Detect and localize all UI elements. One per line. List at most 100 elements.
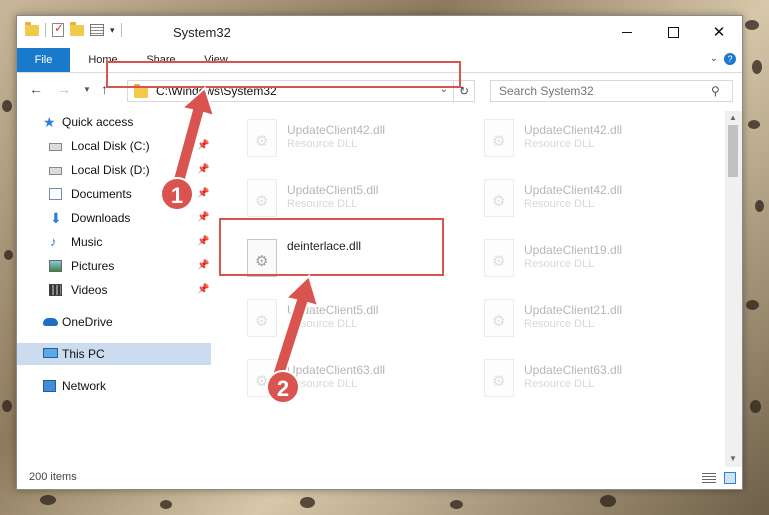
sidebar-item-label: Local Disk (D:) [71,163,150,177]
file-item[interactable]: UpdateClient42.dll Resource DLL [239,115,469,167]
cloud-icon [43,318,58,326]
sidebar-item-quick-access[interactable]: ★ Quick access [17,111,211,133]
file-name: UpdateClient42.dll [287,123,386,137]
drive-icon [49,143,62,151]
file-item[interactable]: UpdateClient42.dll Resource DLL [476,115,706,167]
tab-view[interactable]: View [201,48,231,72]
file-item[interactable]: UpdateClient5.dll Resource DLL [239,175,469,227]
up-arrow-icon[interactable]: ↑ [101,81,108,97]
file-item[interactable]: UpdateClient42.dll Resource DLL [476,175,706,227]
dll-file-icon [484,359,514,397]
documents-icon [49,188,62,200]
large-icons-view-icon[interactable] [724,472,736,484]
address-dropdown-icon[interactable]: ⌄ [440,84,448,95]
address-path[interactable]: C:\Windows\System32 [156,84,277,98]
toolbar-dropdown-icon[interactable]: ▾ [110,25,115,36]
step-2-badge: 2 [266,370,300,404]
dll-file-icon [484,179,514,217]
file-item-deinterlace[interactable]: deinterlace.dll [239,235,469,287]
tab-file[interactable]: File [17,48,70,72]
minimize-icon [622,31,632,33]
sidebar-item-videos[interactable]: Videos 📌 [17,279,211,301]
scrollbar-thumb[interactable] [728,125,738,177]
search-input[interactable] [490,80,733,102]
sidebar-item-label: Local Disk (C:) [71,139,150,153]
sidebar-item-this-pc[interactable]: This PC [17,343,211,365]
scroll-down-icon[interactable]: ▼ [729,454,737,463]
step-1-badge: 1 [160,177,194,211]
vertical-scrollbar[interactable]: ▲ ▼ [725,111,742,467]
sidebar-item-label: Downloads [71,211,131,225]
drive-icon [49,167,62,175]
item-count: 200 items [29,471,77,483]
new-folder-icon[interactable] [70,21,84,36]
sidebar-item-network[interactable]: Network [17,375,211,397]
sidebar-item-music[interactable]: ♪ Music 📌 [17,231,211,253]
file-name: UpdateClient19.dll [524,243,623,257]
pin-icon[interactable]: 📌 [197,207,209,229]
maximize-icon [667,26,679,38]
file-type: Resource DLL [524,318,595,330]
status-bar: 200 items [17,467,742,489]
title-bar: ▾ System32 ✕ [17,16,742,48]
file-name: UpdateClient21.dll [524,303,623,317]
sidebar-item-pictures[interactable]: Pictures 📌 [17,255,211,277]
sidebar-item-label: Documents [71,187,132,201]
close-icon: ✕ [712,24,726,41]
file-item[interactable]: UpdateClient19.dll Resource DLL [476,235,706,287]
computer-icon [43,348,58,358]
sidebar-item-label: Quick access [62,115,134,129]
file-type: Resource DLL [287,138,358,150]
pin-icon[interactable]: 📌 [197,231,209,253]
refresh-icon[interactable]: ↻ [453,81,474,101]
tab-home[interactable]: Home [85,48,121,72]
file-name: UpdateClient63.dll [287,363,386,377]
pin-icon[interactable]: 📌 [197,255,209,277]
minimize-button[interactable] [604,16,650,48]
navigation-bar: ← → ▼ ↑ C:\Windows\System32 ⌄ ↻ ⚲ [17,73,742,107]
pin-icon[interactable]: 📌 [197,159,209,181]
scroll-up-icon[interactable]: ▲ [729,113,737,122]
recent-locations-icon[interactable]: ▼ [83,85,91,94]
dll-file-icon [484,299,514,337]
maximize-button[interactable] [650,16,696,48]
file-item[interactable]: UpdateClient63.dll Resource DLL [476,355,706,407]
expand-ribbon-icon[interactable]: ⌄ [710,53,718,64]
folder-icon [134,84,148,98]
close-button[interactable]: ✕ [696,16,742,48]
sidebar-item-label: OneDrive [62,315,113,329]
back-arrow-icon[interactable]: ← [29,81,43,97]
file-item[interactable]: UpdateClient5.dll Resource DLL [239,295,469,347]
file-name: UpdateClient63.dll [524,363,623,377]
dll-file-icon [247,239,277,277]
music-icon: ♪ [50,234,57,249]
file-type: Resource DLL [524,198,595,210]
sidebar-item-downloads[interactable]: ⬇ Downloads 📌 [17,207,211,229]
pin-icon[interactable]: 📌 [197,279,209,301]
help-icon[interactable]: ? [724,53,736,65]
tab-share[interactable]: Share [143,48,179,72]
properties-check-icon[interactable] [52,21,64,37]
file-item[interactable]: UpdateClient21.dll Resource DLL [476,295,706,347]
download-icon: ⬇ [50,210,62,226]
sidebar-item-onedrive[interactable]: OneDrive [17,311,211,333]
search-icon: ⚲ [711,84,720,98]
details-view-icon[interactable] [702,473,716,483]
sidebar-item-local-disk-c[interactable]: Local Disk (C:) 📌 [17,135,211,157]
sidebar-item-label: This PC [62,347,105,361]
pin-icon[interactable]: 📌 [197,135,209,157]
toolbar-divider [45,23,46,37]
pictures-icon [49,260,62,272]
customize-icon[interactable] [90,24,104,36]
forward-arrow-icon[interactable]: → [57,81,71,97]
sidebar-item-label: Videos [71,283,108,297]
file-name: deinterlace.dll [287,239,362,253]
ribbon-tabs: File Home Share View ⌄ ? [17,48,742,73]
file-name: UpdateClient42.dll [524,123,623,137]
sidebar-item-label: Music [71,235,103,249]
star-icon: ★ [43,114,56,130]
file-name: UpdateClient5.dll [287,303,379,317]
dll-file-icon [247,179,277,217]
address-bar[interactable]: C:\Windows\System32 ⌄ ↻ [127,80,475,102]
pin-icon[interactable]: 📌 [197,183,209,205]
